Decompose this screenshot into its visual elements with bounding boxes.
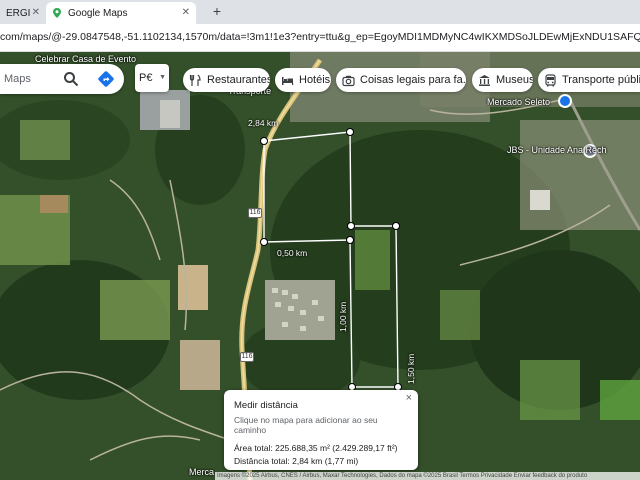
measure-vertex[interactable] xyxy=(260,238,268,246)
chip-label: Restaurantes xyxy=(207,74,270,86)
address-bar[interactable]: com/maps/@-29.0847548,-51.1102134,1570m/… xyxy=(0,24,640,52)
tab-ergi[interactable]: ERGI ✕ xyxy=(0,2,46,24)
chip-label: Transporte público xyxy=(562,74,640,86)
bus-icon xyxy=(545,73,556,86)
chip-label: Coisas legais para fa... xyxy=(360,74,466,86)
measure-distance-panel: × Medir distância Clique no mapa para ad… xyxy=(224,390,418,470)
measure-label-vertical-b: 1,50 km xyxy=(406,353,416,384)
museum-icon xyxy=(479,74,490,86)
chip-coisas-legais[interactable]: Coisas legais para fa... xyxy=(336,68,466,92)
measure-title: Medir distância xyxy=(234,400,298,411)
tab-title: ERGI xyxy=(6,7,31,19)
fork-knife-icon xyxy=(189,74,201,86)
search-box[interactable]: Maps xyxy=(0,64,124,94)
chip-museus[interactable]: Museus xyxy=(472,68,533,92)
layer-button-label: P€ xyxy=(139,72,153,84)
measure-hint: Clique no mapa para adicionar ao seu cam… xyxy=(234,415,378,435)
measure-label-vertical-a: 1,00 km xyxy=(338,301,348,332)
measure-vertex[interactable] xyxy=(346,128,354,136)
chip-label: Museus xyxy=(496,74,533,86)
layer-button[interactable]: P€ ▼ xyxy=(135,64,169,92)
measure-vertex[interactable] xyxy=(392,222,400,230)
map-label-mercado[interactable]: Mercado Seleto xyxy=(487,97,550,107)
new-tab-button[interactable]: + xyxy=(208,3,226,19)
chip-label: Hotéis xyxy=(299,74,331,86)
map-label-place[interactable]: Celebrar Casa de Evento xyxy=(35,54,136,64)
tab-title: Google Maps xyxy=(68,7,128,19)
url-text[interactable]: com/maps/@-29.0847548,-51.1102134,1570m/… xyxy=(0,31,640,43)
close-tab-icon[interactable]: ✕ xyxy=(32,7,40,18)
chevron-down-icon: ▼ xyxy=(159,74,166,81)
maps-pin-icon xyxy=(53,8,61,18)
measure-label-middle: 0,50 km xyxy=(277,248,308,258)
road-shield-116: 116 xyxy=(248,208,262,218)
measure-distance: Distância total: 2,84 km (1,77 mi) xyxy=(234,456,359,466)
search-icon[interactable] xyxy=(63,71,79,87)
measure-vertex[interactable] xyxy=(260,137,268,145)
bed-icon xyxy=(282,76,294,85)
map-label-jbs[interactable]: JBS - Unidade Ana Rech xyxy=(507,145,607,155)
map-attribution: Imagens ©2025 Airbus, CNES / Airbus, Max… xyxy=(215,472,640,480)
directions-icon[interactable] xyxy=(97,70,115,88)
chip-hoteis[interactable]: Hotéis xyxy=(275,68,331,92)
search-input[interactable]: Maps xyxy=(4,73,64,85)
chip-transporte-publico[interactable]: Transporte público xyxy=(538,68,640,92)
camera-icon xyxy=(342,75,355,86)
tab-google-maps[interactable]: Google Maps ✕ xyxy=(46,2,196,24)
measure-vertex[interactable] xyxy=(347,222,355,230)
measure-area: Área total: 225.688,35 m² (2.429.289,17 … xyxy=(234,443,398,453)
close-tab-icon[interactable]: ✕ xyxy=(182,7,190,18)
close-icon[interactable]: × xyxy=(406,392,412,404)
chip-restaurantes[interactable]: Restaurantes xyxy=(183,68,270,92)
tab-strip: ERGI ✕ Google Maps ✕ + xyxy=(0,0,640,24)
measure-label-top: 2,84 km xyxy=(248,118,279,128)
measure-vertex[interactable] xyxy=(346,236,354,244)
road-shield-116: 116 xyxy=(240,352,254,362)
mercado-pin-icon[interactable] xyxy=(558,94,572,108)
map-label-mercado-bottom[interactable]: Merca xyxy=(189,467,214,477)
